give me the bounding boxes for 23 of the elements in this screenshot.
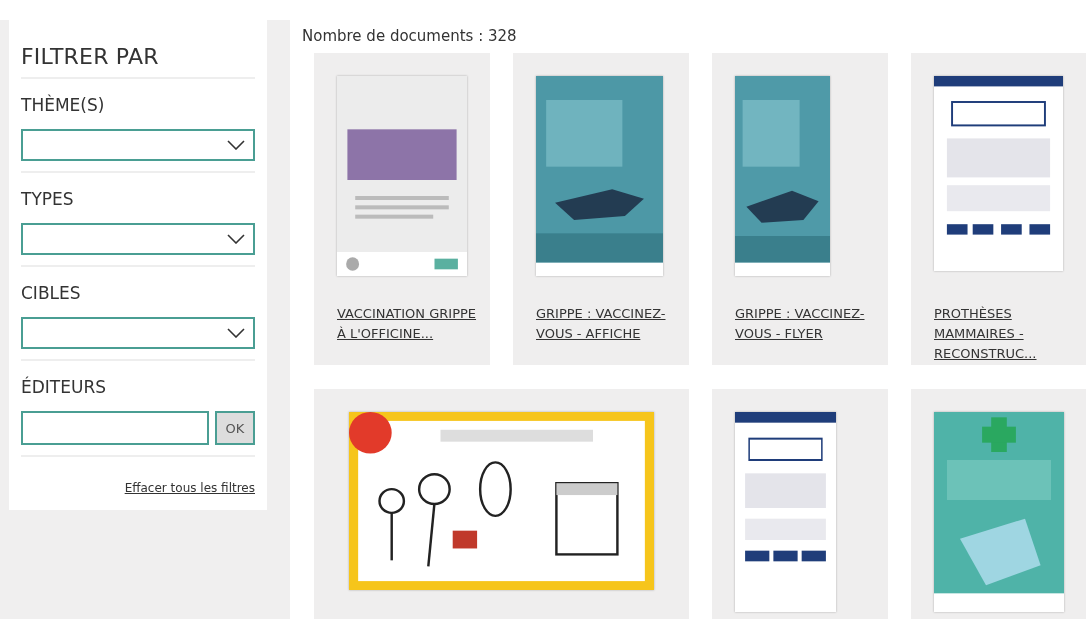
document-card[interactable]: GRIPPE : VACCINEZ-VOUS - AFFICHE (513, 53, 689, 365)
dropdown[interactable] (21, 223, 255, 255)
chevron-down-icon (227, 234, 245, 244)
input-field[interactable] (21, 411, 209, 445)
document-card[interactable]: VACCINATION GRIPPE À L'OFFICINE... (314, 53, 490, 365)
chevron-down-icon (227, 140, 245, 150)
panel-title: FILTRER PAR (21, 44, 255, 79)
chevron-down-icon (227, 328, 245, 338)
clear-filters-link[interactable]: Effacer tous les filtres (124, 481, 255, 495)
document-card[interactable]: PROTHÈSES MAMMAIRES - RECONSTRUC... (911, 53, 1086, 365)
document-count: Nombre de documents : 328 (302, 27, 518, 45)
filter-label: ÉDITEURS (21, 377, 108, 397)
document-title-link[interactable]: VACCINATION GRIPPE À L'OFFICINE... (337, 304, 477, 344)
document-title-link[interactable]: GRIPPE : VACCINEZ-VOUS - FLYER (735, 304, 875, 344)
ok-button[interactable]: OK (215, 411, 255, 445)
document-title-link[interactable]: PROTHÈSES MAMMAIRES - RECONSTRUC... (934, 304, 1074, 364)
document-title-link[interactable]: GRIPPE : VACCINEZ-VOUS - AFFICHE (536, 304, 676, 344)
filter-label: TYPES (21, 189, 75, 209)
dropdown[interactable] (21, 129, 255, 161)
dropdown[interactable] (21, 317, 255, 349)
document-card[interactable]: GRIPPE : VACCINEZ-VOUS - FLYER (712, 53, 888, 365)
filter-label: CIBLES (21, 283, 82, 303)
filter-label: THÈME(S) (21, 95, 106, 115)
